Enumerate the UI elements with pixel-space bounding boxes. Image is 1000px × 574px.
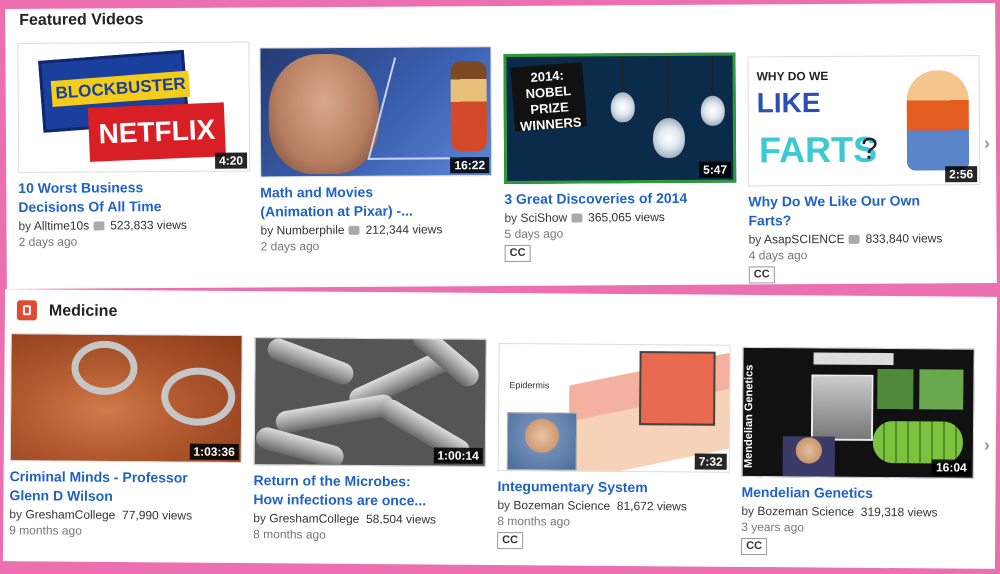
presenter-image xyxy=(506,412,578,471)
pea-pods-image xyxy=(872,420,964,464)
medicine-section: Medicine 1:03:36 Criminal Minds - Profes… xyxy=(2,289,998,569)
video-thumbnail[interactable]: Mendelian Genetics 16:04 xyxy=(741,346,975,479)
channel-link[interactable]: Bozeman Science xyxy=(757,504,854,519)
view-count: 365,065 views xyxy=(588,210,665,225)
verified-icon xyxy=(571,213,583,223)
upload-age: 5 days ago xyxy=(504,226,564,241)
video-meta: by GreshamCollege 58,504 views xyxy=(253,511,437,527)
video-title-link[interactable]: Math and Movies (Animation at Pixar) -... xyxy=(260,182,500,221)
duration-badge: 4:20 xyxy=(215,152,248,169)
video-thumbnail[interactable]: 1:03:36 xyxy=(9,333,243,463)
video-meta: by Alltime10s 523,833 views xyxy=(18,217,187,233)
video-title-link[interactable]: 3 Great Discoveries of 2014 xyxy=(504,189,744,209)
channel-link[interactable]: GreshamCollege xyxy=(25,507,115,522)
video-title-link[interactable]: 10 Worst Business Decisions Of All Time xyxy=(18,177,258,216)
upload-age: 2 days ago xyxy=(18,234,78,249)
verified-icon xyxy=(348,226,360,236)
chevron-right-icon[interactable]: › xyxy=(984,133,990,154)
view-count: 833,840 views xyxy=(865,231,943,246)
chevron-right-icon[interactable]: › xyxy=(984,435,990,456)
video-title-link[interactable]: Mendelian Genetics xyxy=(741,483,981,504)
video-card: 1:03:36 Criminal Minds - Professor Glenn … xyxy=(9,333,251,539)
channel-link[interactable]: GreshamCollege xyxy=(269,511,359,526)
verified-icon xyxy=(93,221,105,231)
section-title: Featured Videos xyxy=(19,11,144,29)
video-card: WHY DO WE LIKE FARTS ? 2:56 Why Do We Li… xyxy=(747,55,988,284)
section-title[interactable]: Medicine xyxy=(49,302,118,321)
light-bulb-icon xyxy=(610,92,635,123)
zoom-inset-image xyxy=(639,351,716,426)
video-card: Mendelian Genetics 16:04 Mendelian Genet… xyxy=(741,346,983,557)
video-meta: by GreshamCollege 77,990 views xyxy=(9,507,193,523)
duration-badge: 2:56 xyxy=(945,166,978,183)
presenter-image xyxy=(268,53,380,175)
nobel-badge: 2014: NOBEL PRIZE WINNERS xyxy=(510,62,588,134)
video-thumbnail[interactable]: 16:22 xyxy=(259,46,493,178)
video-meta: by Bozeman Science 319,318 views xyxy=(741,503,938,520)
channel-link[interactable]: Bozeman Science xyxy=(513,498,610,513)
video-meta: by AsapSCIENCE 833,840 views xyxy=(748,231,943,247)
view-count: 212,344 views xyxy=(365,222,443,237)
video-thumbnail[interactable]: 1:00:14 xyxy=(253,337,487,467)
channel-link[interactable]: Alltime10s xyxy=(34,219,89,233)
toy-character-image xyxy=(450,61,488,152)
medicine-channel-icon[interactable] xyxy=(16,300,37,321)
duration-badge: 5:47 xyxy=(699,161,732,178)
portrait-image xyxy=(810,374,874,441)
video-card: 1:00:14 Return of the Microbes: How infec… xyxy=(253,337,495,543)
video-card: BLOCKBUSTER NETFLIX 4:20 10 Worst Busine… xyxy=(17,41,258,249)
video-card: 2014: NOBEL PRIZE WINNERS 5:47 3 Great D… xyxy=(503,52,744,262)
view-count: 58,504 views xyxy=(365,511,437,527)
video-card: 16:22 Math and Movies (Animation at Pixar… xyxy=(259,46,500,253)
video-thumbnail[interactable]: 2014: NOBEL PRIZE WINNERS 5:47 xyxy=(503,52,737,184)
upload-age: 3 years ago xyxy=(741,519,805,535)
video-card: Epidermis 7:32 Integumentary System by B… xyxy=(497,342,739,551)
video-title-link[interactable]: Why Do We Like Our Own Farts? xyxy=(748,191,988,230)
closed-captions-badge: CC xyxy=(741,537,768,556)
video-title-link[interactable]: Criminal Minds - Professor Glenn D Wilson xyxy=(9,467,249,507)
duration-badge: 16:04 xyxy=(931,459,971,476)
featured-videos-section: Featured Videos BLOCKBUSTER NETFLIX 4:20… xyxy=(5,2,997,290)
view-count: 77,990 views xyxy=(122,508,193,523)
handcuffs-image xyxy=(71,340,138,396)
question-mark-icon: ? xyxy=(860,132,878,166)
view-count: 523,833 views xyxy=(110,217,187,233)
channel-link[interactable]: AsapSCIENCE xyxy=(764,232,845,246)
upload-age: 4 days ago xyxy=(748,248,808,263)
duration-badge: 1:00:14 xyxy=(433,447,483,464)
closed-captions-badge: CC xyxy=(497,531,524,550)
verified-icon xyxy=(848,235,860,245)
channel-link[interactable]: Numberphile xyxy=(276,223,344,237)
video-meta: by Bozeman Science 81,672 views xyxy=(497,497,687,514)
netflix-logo: NETFLIX xyxy=(87,102,226,162)
duration-badge: 7:32 xyxy=(694,453,727,470)
closed-captions-badge: CC xyxy=(504,244,531,262)
duration-badge: 1:03:36 xyxy=(189,443,239,460)
closed-captions-badge: CC xyxy=(748,266,775,284)
upload-age: 8 months ago xyxy=(497,513,571,529)
video-thumbnail[interactable]: BLOCKBUSTER NETFLIX 4:20 xyxy=(17,41,251,173)
video-meta: by Numberphile 212,344 views xyxy=(260,222,443,238)
upload-age: 8 months ago xyxy=(253,527,326,542)
view-count: 319,318 views xyxy=(860,504,938,520)
light-bulb-icon xyxy=(700,95,725,126)
video-title-link[interactable]: Integumentary System xyxy=(497,477,737,498)
video-thumbnail[interactable]: WHY DO WE LIKE FARTS ? 2:56 xyxy=(747,55,981,187)
duration-badge: 16:22 xyxy=(450,157,490,174)
upload-age: 2 days ago xyxy=(260,239,320,254)
video-meta: by SciShow 365,065 views xyxy=(504,210,665,225)
cartoon-character-image xyxy=(906,70,970,171)
video-thumbnail[interactable]: Epidermis 7:32 xyxy=(497,342,731,473)
upload-age: 9 months ago xyxy=(9,523,82,538)
presenter-image xyxy=(782,436,835,477)
light-bulb-icon xyxy=(652,117,686,159)
channel-link[interactable]: SciShow xyxy=(520,211,567,225)
video-title-link[interactable]: Return of the Microbes: How infections ar… xyxy=(253,471,493,511)
view-count: 81,672 views xyxy=(616,498,687,514)
